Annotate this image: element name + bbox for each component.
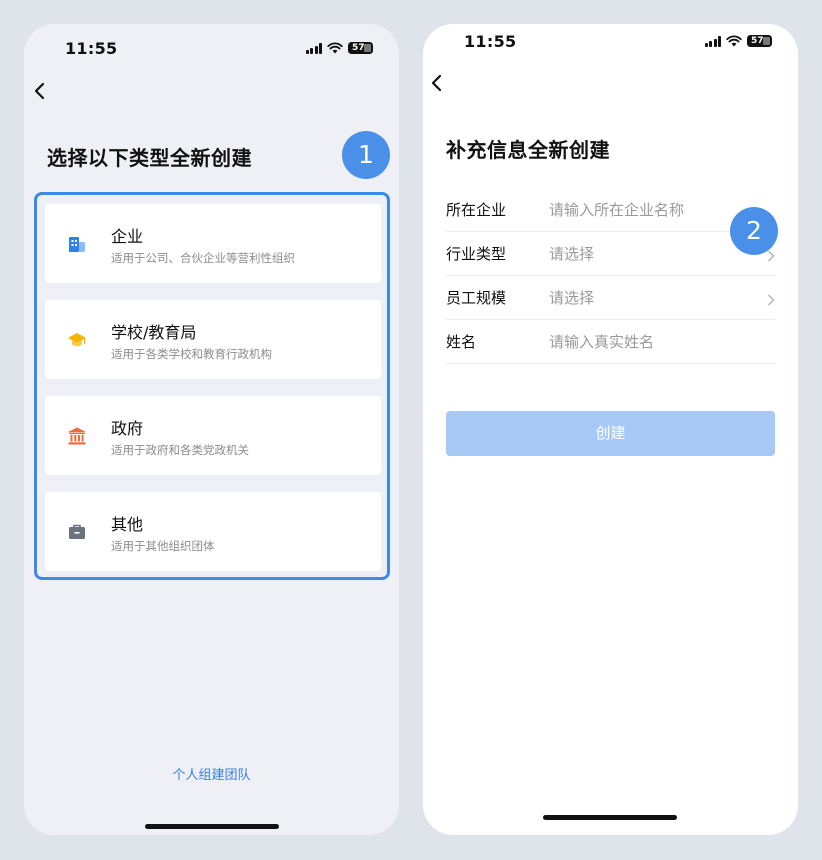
staff-size-select[interactable]: 请选择: [549, 287, 594, 308]
type-select-screen: 11:55 57 选择以下类型全新创建 1 企业 适用于公司、合伙企业等营利性组…: [24, 24, 399, 835]
option-description: 适用于政府和各类党政机关: [111, 443, 249, 457]
status-bar: 11:55 57: [24, 38, 399, 62]
status-icons: 57: [704, 35, 772, 47]
company-field[interactable]: 所在企业 请输入所在企业名称: [446, 188, 775, 232]
step-badge: 2: [730, 207, 778, 255]
home-indicator: [543, 815, 677, 820]
option-card-other[interactable]: 其他 适用于其他组织团体: [45, 492, 381, 571]
status-time: 11:55: [464, 32, 517, 51]
page-title: 补充信息全新创建: [446, 138, 610, 162]
option-description: 适用于其他组织团体: [111, 539, 215, 553]
name-field[interactable]: 姓名 请输入真实姓名: [446, 320, 775, 364]
page-title: 选择以下类型全新创建: [47, 146, 252, 170]
wifi-icon: [726, 35, 742, 47]
battery-icon: 57: [348, 42, 373, 54]
status-bar: 11:55 57: [423, 31, 798, 55]
company-input[interactable]: 请输入所在企业名称: [549, 199, 684, 220]
back-button[interactable]: [426, 72, 448, 94]
back-button[interactable]: [29, 80, 51, 102]
option-card-government[interactable]: 政府 适用于政府和各类党政机关: [45, 396, 381, 475]
field-label: 员工规模: [446, 289, 507, 307]
field-label: 所在企业: [446, 201, 507, 219]
industry-field[interactable]: 行业类型 请选择: [446, 232, 775, 276]
field-label: 姓名: [446, 333, 477, 351]
field-label: 行业类型: [446, 245, 507, 263]
create-button[interactable]: 创建: [446, 411, 775, 456]
status-time: 11:55: [65, 39, 118, 58]
option-description: 适用于公司、合伙企业等营利性组织: [111, 251, 295, 265]
option-title: 政府: [111, 419, 144, 438]
chevron-left-icon: [34, 82, 45, 100]
name-input[interactable]: 请输入真实姓名: [549, 331, 654, 352]
chevron-left-icon: [431, 74, 442, 92]
option-card-school[interactable]: 学校/教育局 适用于各类学校和教育行政机构: [45, 300, 381, 379]
option-card-enterprise[interactable]: 企业 适用于公司、合伙企业等营利性组织: [45, 204, 381, 283]
personal-team-link[interactable]: 个人组建团队: [24, 764, 399, 783]
chevron-right-icon: [767, 291, 775, 306]
home-indicator: [145, 824, 279, 829]
type-options-group: 企业 适用于公司、合伙企业等营利性组织 学校/教育局 适用于各类学校和教育行政机…: [34, 192, 390, 580]
building-icon: [67, 234, 87, 254]
signal-icon: [305, 42, 322, 54]
option-title: 企业: [111, 227, 144, 246]
option-title: 学校/教育局: [111, 323, 197, 342]
battery-icon: 57: [747, 35, 772, 47]
option-title: 其他: [111, 515, 144, 534]
step-badge: 1: [342, 131, 390, 179]
signal-icon: [704, 35, 721, 47]
graduation-cap-icon: [67, 330, 87, 350]
briefcase-icon: [67, 522, 87, 542]
option-description: 适用于各类学校和教育行政机构: [111, 347, 272, 361]
wifi-icon: [327, 42, 343, 54]
supplement-info-screen: 11:55 57 补充信息全新创建 所在企业 请输入所在企业名称 行业类型 请选…: [423, 24, 798, 835]
staff-size-field[interactable]: 员工规模 请选择: [446, 276, 775, 320]
government-building-icon: [67, 426, 87, 446]
status-icons: 57: [305, 42, 373, 54]
industry-select[interactable]: 请选择: [549, 243, 594, 264]
